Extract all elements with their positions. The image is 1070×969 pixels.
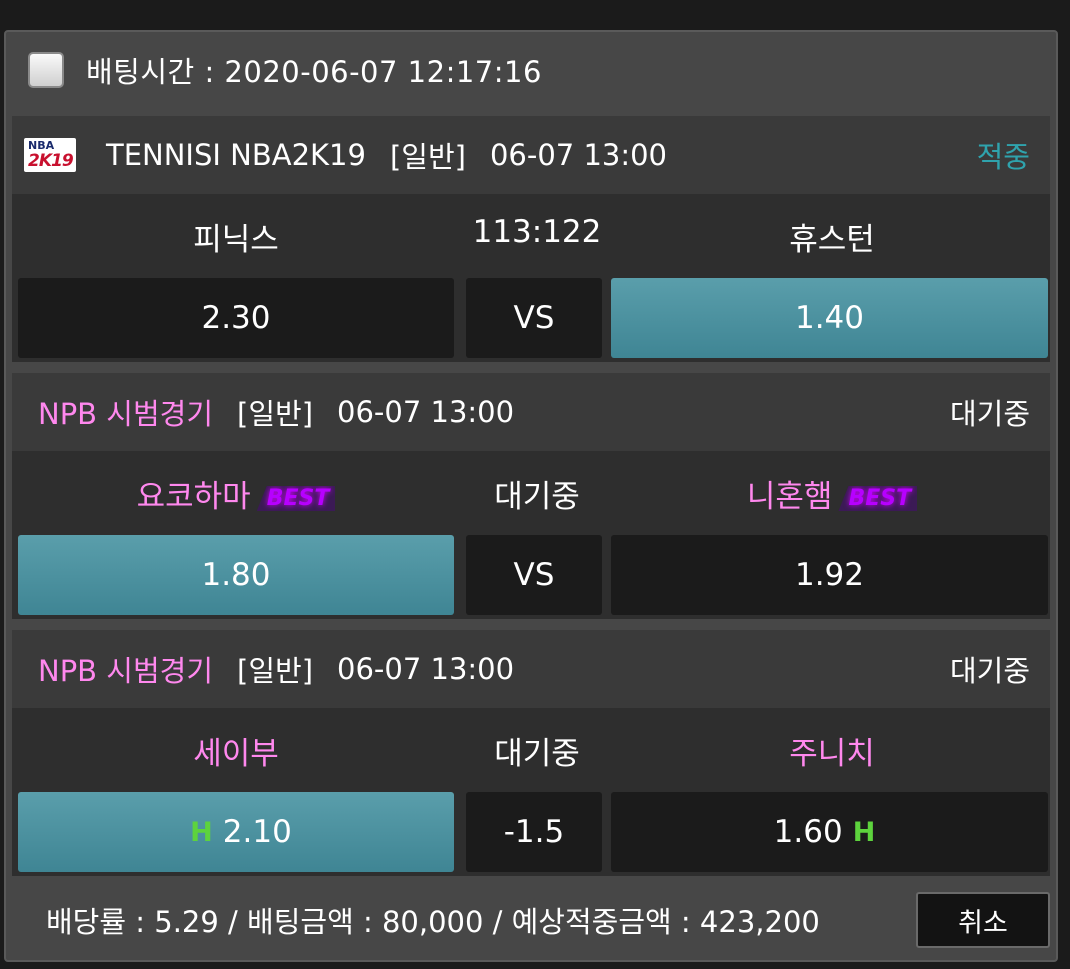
bet-header: 배팅시간 : 2020-06-07 12:17:16	[6, 32, 1056, 108]
game-time: 06-07 13:00	[337, 395, 515, 429]
home-team: 세이부	[193, 736, 279, 772]
cancel-button[interactable]: 취소	[916, 892, 1050, 948]
away-odds-cell[interactable]: 1.40	[611, 278, 1048, 358]
game-header: NBA 2K19 TENNISI NBA2K19 [일반] 06-07 13:0…	[12, 116, 1050, 194]
bet-type: [일반]	[237, 397, 314, 431]
game-card: NBA 2K19 TENNISI NBA2K19 [일반] 06-07 13:0…	[12, 116, 1050, 362]
bet-type: [일반]	[237, 654, 314, 688]
select-checkbox[interactable]	[28, 52, 64, 88]
game-state: 대기중	[494, 736, 580, 772]
handicap-cell: -1.5	[466, 792, 602, 872]
game-body: 요코하마 BEST 대기중 니혼햄 BEST 1.80 VS 1.92	[12, 451, 1050, 619]
home-team: 요코하마 BEST	[12, 471, 460, 516]
game-status: 대기중	[949, 397, 1030, 431]
game-status: 적중	[976, 140, 1030, 174]
home-team: 피닉스	[193, 222, 279, 258]
vs-cell: VS	[466, 535, 602, 615]
game-time: 06-07 13:00	[489, 138, 668, 172]
league-name: NPB 시범경기	[38, 397, 214, 431]
best-badge: BEST	[256, 486, 336, 511]
home-odds-cell[interactable]: 1.80	[18, 535, 454, 615]
game-status: 대기중	[949, 654, 1030, 688]
home-odds-cell[interactable]: H 2.10	[18, 792, 454, 872]
game-header: NPB 시범경기 [일반] 06-07 13:00 대기중	[12, 630, 1050, 708]
handicap-icon: H	[852, 816, 876, 848]
nba2k19-logo-icon: NBA 2K19	[24, 138, 76, 172]
score: 113:122	[472, 214, 602, 250]
bet-time: 배팅시간 : 2020-06-07 12:17:16	[86, 55, 542, 89]
game-header: NPB 시범경기 [일반] 06-07 13:00 대기중	[12, 373, 1050, 451]
bet-type: [일반]	[389, 140, 466, 174]
league-name: TENNISI NBA2K19	[106, 138, 366, 172]
league-name: NPB 시범경기	[38, 654, 214, 688]
bet-summary: 배당률 : 5.29 / 배팅금액 : 80,000 / 예상적중금액 : 42…	[46, 905, 820, 939]
game-card: NPB 시범경기 [일반] 06-07 13:00 대기중 요코하마 BEST 대…	[12, 373, 1050, 619]
best-badge: BEST	[838, 486, 918, 511]
away-team: 휴스턴	[789, 222, 875, 258]
vs-cell: VS	[466, 278, 602, 358]
game-card: NPB 시범경기 [일반] 06-07 13:00 대기중 세이부 대기중 주니…	[12, 630, 1050, 876]
game-body: 세이부 대기중 주니치 H 2.10 -1.5 1.60 H	[12, 708, 1050, 876]
away-team: 주니치	[789, 736, 875, 772]
game-body: 피닉스 113:122 휴스턴 2.30 VS 1.40	[12, 194, 1050, 362]
home-odds-cell[interactable]: 2.30	[18, 278, 454, 358]
game-state: 대기중	[494, 479, 580, 515]
away-team: 니혼햄 BEST	[614, 471, 1050, 516]
handicap-icon: H	[190, 816, 213, 848]
away-odds-cell[interactable]: 1.92	[611, 535, 1048, 615]
game-time: 06-07 13:00	[337, 652, 515, 686]
away-odds-cell[interactable]: 1.60 H	[611, 792, 1048, 872]
betting-slip-panel: 배팅시간 : 2020-06-07 12:17:16 NBA 2K19 TENN…	[4, 30, 1058, 962]
slip-footer: 배당률 : 5.29 / 배팅금액 : 80,000 / 예상적중금액 : 42…	[6, 880, 1056, 960]
